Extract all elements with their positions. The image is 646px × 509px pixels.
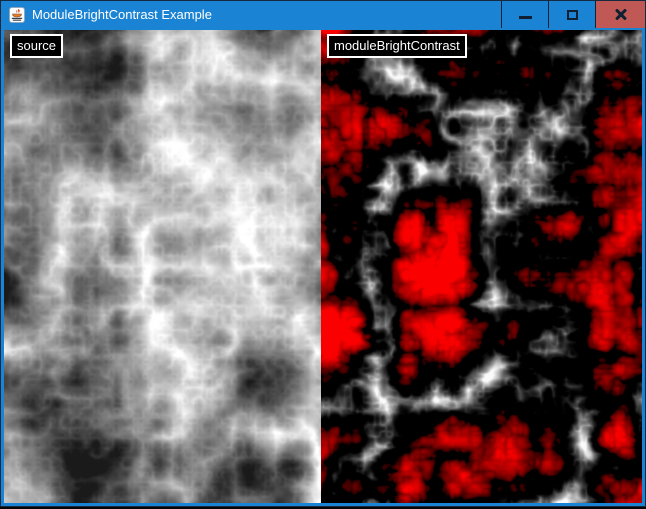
titlebar[interactable]: ModuleBrightContrast Example xyxy=(1,1,645,28)
module-bright-contrast-image xyxy=(321,30,642,503)
close-button[interactable] xyxy=(595,1,645,28)
close-icon xyxy=(614,8,628,22)
content-area: source moduleBrightContrast xyxy=(4,30,642,503)
source-label: source xyxy=(10,34,63,58)
window-controls xyxy=(501,1,645,28)
maximize-button[interactable] xyxy=(548,1,595,28)
maximize-icon xyxy=(567,10,578,20)
app-window: ModuleBrightContrast Example source modu… xyxy=(0,0,646,507)
java-coffee-icon xyxy=(9,7,25,23)
source-image xyxy=(4,30,321,503)
minimize-button[interactable] xyxy=(501,1,548,28)
module-bright-contrast-label: moduleBrightContrast xyxy=(327,34,467,58)
window-title: ModuleBrightContrast Example xyxy=(32,1,212,28)
source-image-panel: source xyxy=(4,30,321,503)
minimize-icon xyxy=(519,16,532,19)
module-bright-contrast-panel: moduleBrightContrast xyxy=(321,30,642,503)
